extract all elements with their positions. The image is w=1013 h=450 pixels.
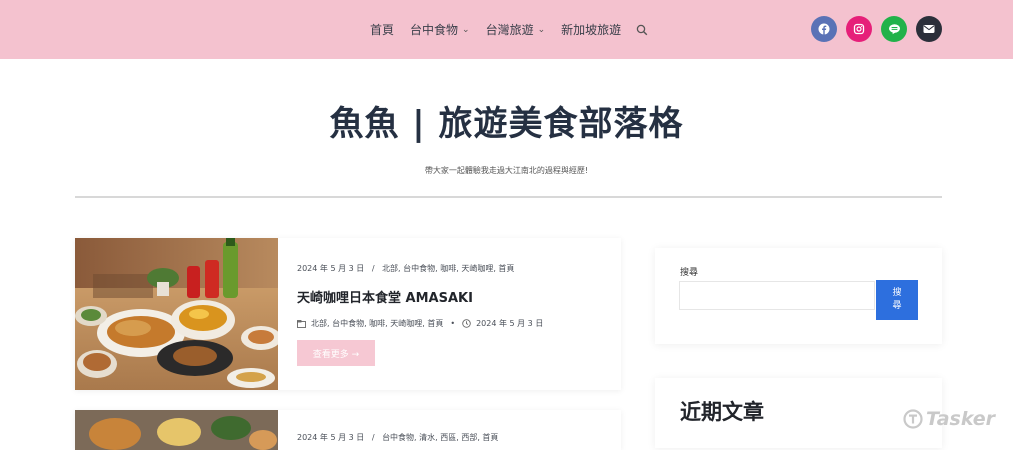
- nav-item-singapore-travel[interactable]: 新加坡旅遊: [561, 21, 621, 38]
- nav-item-label: 首頁: [370, 23, 395, 37]
- post-tags[interactable]: 北部, 台中食物, 咖啡, 天崎咖哩, 首頁: [311, 318, 443, 329]
- site-subtitle: 帶大家一起體驗我走過大江南北的過程與經歷!: [424, 166, 589, 175]
- post-thumbnail[interactable]: [75, 410, 278, 450]
- search-input[interactable]: [679, 281, 875, 310]
- social-links: [811, 16, 942, 42]
- top-navigation-bar: 首頁 台中食物 ⌄ 台灣旅遊 ⌄ 新加坡旅遊: [0, 0, 1013, 59]
- search-button-label: 搜 尋: [892, 288, 902, 311]
- search-button[interactable]: 搜 尋: [876, 280, 918, 320]
- recent-posts-title: 近期文章: [680, 400, 764, 424]
- nav-item-home[interactable]: 首頁: [370, 21, 394, 38]
- chevron-down-icon: ⌄: [537, 24, 546, 35]
- site-title: 魚魚 | 旅遊美食部落格: [329, 104, 684, 144]
- post-date-footer: 2024 年 5 月 3 日: [476, 319, 544, 328]
- post-thumbnail[interactable]: [75, 238, 278, 390]
- nav-item-label: 新加坡旅遊: [561, 23, 622, 37]
- search-widget: 搜尋 搜 尋: [655, 248, 942, 344]
- nav-item-taiwan-travel[interactable]: 台灣旅遊 ⌄: [486, 21, 546, 38]
- watermark-text: Tasker: [926, 408, 996, 430]
- folder-icon: [297, 319, 306, 328]
- clock-icon: [462, 319, 471, 328]
- line-icon[interactable]: [881, 16, 907, 42]
- email-icon[interactable]: [916, 16, 942, 42]
- watermark: Tasker: [903, 408, 995, 430]
- post-footer-meta: 北部, 台中食物, 咖啡, 天崎咖哩, 首頁 • 2024 年 5 月 3 日: [297, 318, 543, 329]
- search-label: 搜尋: [680, 268, 699, 278]
- facebook-icon[interactable]: [811, 16, 837, 42]
- main-nav: 首頁 台中食物 ⌄ 台灣旅遊 ⌄ 新加坡旅遊: [370, 0, 649, 59]
- nav-item-label: 台灣旅遊: [485, 23, 534, 37]
- read-more-button[interactable]: 查看更多 →: [297, 340, 375, 366]
- meta-dot: •: [450, 319, 456, 328]
- nav-item-taichung-food[interactable]: 台中食物 ⌄: [410, 21, 470, 38]
- header-divider: [75, 196, 942, 198]
- instagram-icon[interactable]: [846, 16, 872, 42]
- tasker-logo-icon: [903, 409, 923, 429]
- post-meta: 2024 年 5 月 3 日 / 北部, 台中食物, 咖啡, 天崎咖哩, 首頁: [297, 263, 514, 274]
- recent-posts-widget: 近期文章: [655, 378, 942, 448]
- search-icon[interactable]: [635, 23, 649, 37]
- post-date[interactable]: 2024 年 5 月 3 日: [297, 264, 364, 273]
- chevron-down-icon: ⌄: [462, 24, 470, 35]
- post-categories[interactable]: 北部, 台中食物, 咖啡, 天崎咖哩, 首頁: [382, 264, 514, 273]
- post-meta: 2024 年 5 月 3 日 / 台中食物, 清水, 西區, 西部, 首頁: [297, 432, 498, 443]
- post-categories[interactable]: 台中食物, 清水, 西區, 西部, 首頁: [382, 433, 498, 442]
- nav-item-label: 台中食物: [410, 23, 459, 37]
- post-date[interactable]: 2024 年 5 月 3 日: [297, 433, 364, 442]
- meta-separator: /: [371, 264, 375, 273]
- post-card: 2024 年 5 月 3 日 / 台中食物, 清水, 西區, 西部, 首頁: [75, 410, 621, 450]
- post-title[interactable]: 天崎咖哩日本食堂 AMASAKI: [297, 287, 473, 306]
- post-card: 2024 年 5 月 3 日 / 北部, 台中食物, 咖啡, 天崎咖哩, 首頁 …: [75, 238, 621, 390]
- meta-separator: /: [371, 433, 375, 442]
